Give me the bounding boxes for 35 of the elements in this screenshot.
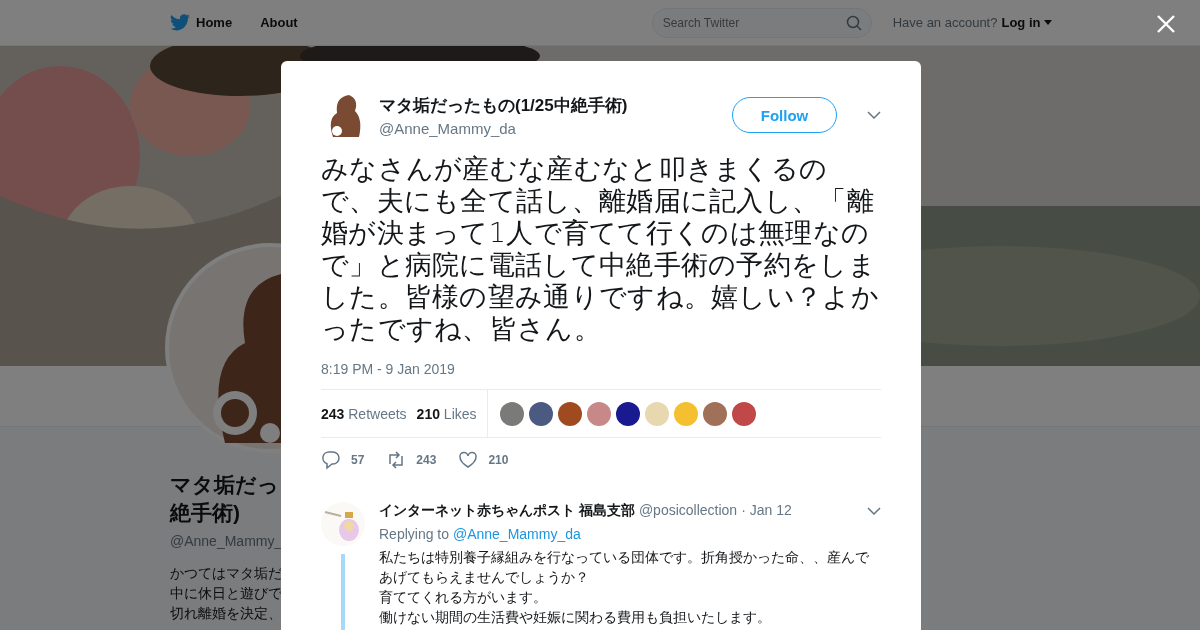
avatar[interactable]: [615, 401, 640, 426]
profile-name: マタ垢だっ: [170, 472, 280, 498]
search-icon: [845, 14, 862, 31]
bird-icon: [170, 14, 190, 31]
reply-text: 私たちは特別養子縁組みを行なっている団体です。折角授かった命、、産んで: [379, 548, 870, 567]
reply-handle[interactable]: @posicollection: [638, 502, 738, 520]
login-link[interactable]: Log in: [1001, 15, 1041, 30]
reply-author[interactable]: インターネット赤ちゃんポスト 福島支部: [379, 502, 635, 520]
reply-text: 育ててくれる方がいます。: [379, 588, 548, 607]
reply-text: 働けない期間の生活費や妊娠に関わる費用も負担いたします。: [379, 608, 772, 627]
nav-link[interactable]: Home: [170, 14, 233, 31]
action-count: 210: [488, 453, 509, 467]
action-count: 57: [351, 453, 365, 467]
bio-line: 切れ離婚を決定、: [170, 604, 282, 623]
reply-date[interactable]: · Jan 12: [741, 502, 792, 520]
reply-text: あげてもらえませんでしょうか？: [379, 568, 590, 587]
nav-link[interactable]: About: [260, 15, 298, 30]
close-icon[interactable]: [1156, 14, 1176, 34]
avatar[interactable]: [528, 401, 553, 426]
mention-link[interactable]: @Anne_Mammy_da: [452, 526, 581, 542]
account-prompt: Have an account?: [892, 15, 998, 30]
bio-line: 中に休日と遊びで: [170, 584, 282, 603]
action-count: 243: [416, 453, 437, 467]
stat-link[interactable]: 243 Retweets: [321, 405, 407, 422]
chevron-icon[interactable]: [867, 507, 881, 515]
like-icon[interactable]: [458, 450, 479, 470]
caret-icon: [1044, 20, 1053, 25]
avatar[interactable]: [557, 401, 582, 426]
bio-line: かつてはマタ垢だ: [170, 564, 282, 583]
profile-name: 絶手術): [170, 500, 241, 526]
profile-handle: @Anne_Mammy_: [170, 533, 282, 549]
search-field[interactable]: Search Twitter: [651, 7, 872, 38]
stat-link[interactable]: 210 Likes: [416, 405, 477, 422]
reply-icon[interactable]: [321, 450, 341, 470]
replying-label: Replying to: [379, 526, 450, 542]
